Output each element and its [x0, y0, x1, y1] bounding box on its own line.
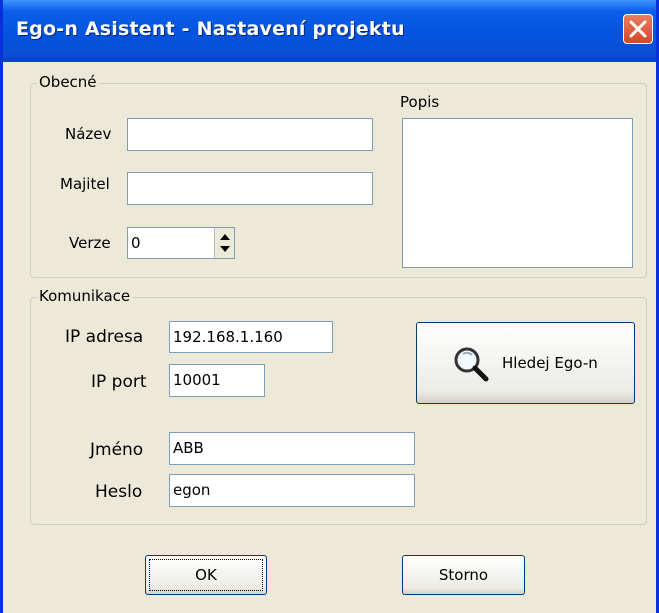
- cancel-button[interactable]: Storno: [402, 555, 525, 595]
- search-ego-n-label: Hledej Ego-n: [502, 354, 598, 372]
- version-label: Verze: [69, 234, 111, 252]
- magnifier-icon: [454, 347, 489, 382]
- name-label: Název: [65, 125, 112, 143]
- spin-arrows-icon: [220, 234, 230, 252]
- cancel-label: Storno: [438, 566, 489, 584]
- ok-focus-rect: [149, 559, 263, 591]
- general-legend: Obecné: [37, 73, 99, 91]
- close-icon: [629, 20, 647, 38]
- ip-port-field[interactable]: 10001: [169, 364, 265, 397]
- ip-address-field[interactable]: 192.168.1.160: [169, 321, 333, 353]
- version-spin-buttons[interactable]: [214, 228, 234, 258]
- communication-legend: Komunikace: [37, 287, 133, 305]
- ip-address-label: IP adresa: [65, 327, 144, 347]
- search-ego-n-button[interactable]: Hledej Ego-n: [416, 322, 635, 404]
- name-field[interactable]: [127, 118, 373, 151]
- title-bar[interactable]: Ego-n Asistent - Nastavení projektu: [3, 0, 656, 62]
- version-stepper[interactable]: 0: [127, 227, 235, 259]
- owner-field[interactable]: [127, 172, 373, 205]
- dialog-window: Ego-n Asistent - Nastavení projektu Obec…: [0, 0, 659, 613]
- ip-port-label: IP port: [91, 372, 147, 392]
- username-label: Jméno: [90, 440, 144, 460]
- version-value: 0: [131, 234, 141, 252]
- ok-button[interactable]: OK: [145, 555, 267, 595]
- description-label: Popis: [400, 93, 440, 111]
- description-field[interactable]: [402, 118, 633, 268]
- password-field[interactable]: egon: [169, 474, 415, 507]
- username-field[interactable]: ABB: [169, 432, 415, 465]
- close-button[interactable]: [623, 14, 653, 44]
- window-title: Ego-n Asistent - Nastavení projektu: [16, 18, 405, 40]
- password-label: Heslo: [95, 482, 143, 502]
- owner-label: Majitel: [60, 175, 110, 193]
